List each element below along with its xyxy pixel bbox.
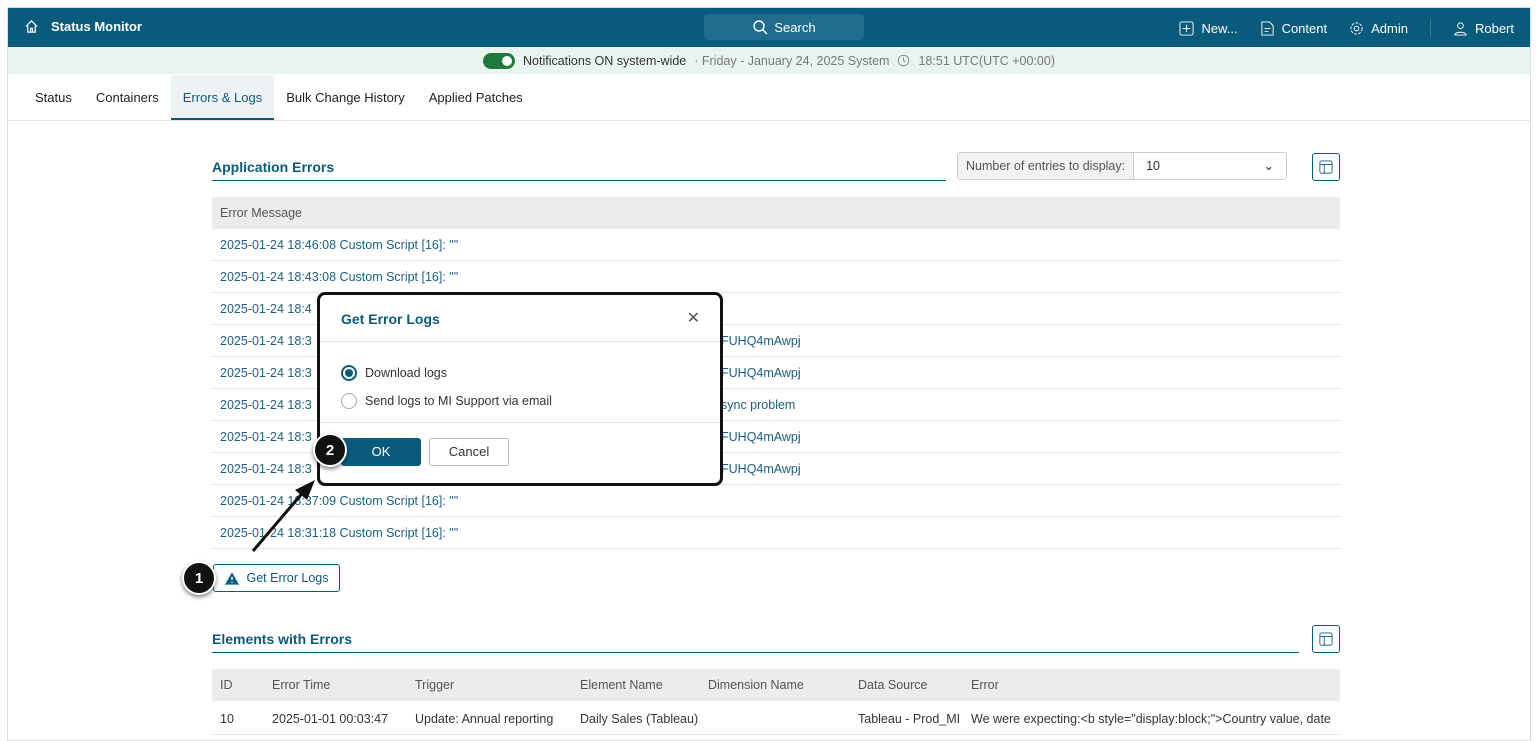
tab-bar: Status Containers Errors & Logs Bulk Cha… — [8, 75, 1530, 121]
radio-unchecked-icon — [341, 393, 357, 409]
elements-with-errors-title: Elements with Errors — [212, 631, 1299, 653]
annotation-arrow — [251, 480, 315, 552]
radio-checked-icon — [341, 365, 357, 381]
admin-label: Admin — [1371, 20, 1408, 36]
user-label: Robert — [1474, 20, 1514, 36]
plus-square-icon — [1179, 20, 1194, 36]
send-logs-email-radio[interactable]: Send logs to MI Support via email — [341, 393, 552, 409]
column-header[interactable]: Error — [971, 669, 999, 701]
tab-applied-patches[interactable]: Applied Patches — [417, 75, 535, 120]
elements-table-header: ID Error Time Trigger Element Name Dimension… — [212, 669, 1340, 701]
error-message-tail: FUHQ4mAwpj — [721, 430, 801, 444]
search-label: Search — [774, 19, 816, 35]
document-icon — [1260, 20, 1274, 36]
step-badge-2: 2 — [313, 433, 347, 467]
system-time: 18:51 UTC(UTC +00:00) — [918, 53, 1055, 68]
warning-icon — [224, 571, 239, 585]
get-error-logs-dialog: Get Error Logs ✕ Download logs Send logs… — [317, 292, 723, 486]
new-label: New... — [1201, 20, 1238, 36]
table-cell: Tableau - Prod_MI — [858, 712, 961, 726]
error-message[interactable]: 2025-01-24 18:3 — [220, 430, 312, 444]
get-error-logs-button[interactable]: Get Error Logs — [213, 564, 340, 592]
error-message[interactable]: 2025-01-24 18:3 — [220, 462, 312, 476]
entries-value: 10 — [1146, 159, 1161, 173]
error-message-header: Error Message — [212, 197, 1340, 229]
error-message[interactable]: 2025-01-24 18:46:08 Custom Script [16]: … — [220, 238, 458, 252]
error-row[interactable]: 2025-01-24 18:37:09 Custom Script [16]: … — [212, 485, 1340, 517]
application-errors-title: Application Errors — [212, 159, 946, 181]
brand[interactable]: Status Monitor — [24, 19, 142, 34]
table-row[interactable]: 10 2025-01-01 00:03:47 Update: Annual repo… — [212, 703, 1340, 735]
radio-label: Download logs — [365, 366, 447, 380]
error-row[interactable]: 2025-01-24 18:46:08 Custom Script [16]: … — [212, 229, 1340, 261]
table-layout-icon — [1319, 160, 1333, 174]
gear-icon — [1350, 21, 1363, 35]
column-header[interactable]: Dimension Name — [708, 669, 804, 701]
user-menu[interactable]: Robert — [1453, 21, 1514, 36]
radio-label: Send logs to MI Support via email — [365, 394, 552, 408]
notification-bar: Notifications ON system-wide · Friday - … — [8, 47, 1530, 74]
download-logs-radio[interactable]: Download logs — [341, 365, 447, 381]
column-header[interactable]: Error Time — [272, 669, 330, 701]
table-cell: 10 — [220, 712, 234, 726]
error-message-tail: sync problem — [721, 398, 796, 412]
table-cell: 2025-01-01 00:03:47 — [272, 712, 389, 726]
close-icon[interactable]: ✕ — [687, 308, 700, 328]
error-message[interactable]: 2025-01-24 18:3 — [220, 398, 312, 412]
error-row[interactable]: 2025-01-24 18:31:18 Custom Script [16]: … — [212, 517, 1340, 549]
tab-bulk-change-history[interactable]: Bulk Change History — [274, 75, 417, 120]
divider — [1429, 19, 1431, 37]
divider — [320, 422, 720, 423]
column-header[interactable]: Data Source — [858, 669, 927, 701]
search-button[interactable]: Search — [704, 14, 864, 40]
table-cell: Update: Annual reporting — [415, 712, 554, 726]
error-message-tail: FUHQ4mAwpj — [721, 366, 801, 380]
entries-select[interactable]: Number of entries to display: 10 ⌄ — [957, 152, 1287, 180]
column-header[interactable]: ID — [220, 669, 233, 701]
dialog-title: Get Error Logs — [341, 311, 440, 327]
chevron-down-icon: ⌄ — [1263, 159, 1274, 173]
divider — [320, 341, 720, 342]
error-message[interactable]: 2025-01-24 18:3 — [220, 366, 312, 380]
entries-label: Number of entries to display: — [958, 153, 1135, 179]
error-row[interactable]: 2025-01-24 18:43:08 Custom Script [16]: … — [212, 261, 1340, 293]
clock-icon — [898, 54, 910, 67]
table-cell: Daily Sales (Tableau) — [580, 712, 699, 726]
column-settings-button[interactable] — [1312, 153, 1340, 181]
table-cell: We were expecting:<b style="display:bloc… — [971, 712, 1331, 726]
system-date: · Friday - January 24, 2025 System — [694, 53, 890, 68]
content-label: Content — [1281, 20, 1328, 36]
search-icon — [753, 20, 768, 35]
step-badge-1: 1 — [182, 561, 216, 595]
notification-status: Notifications ON system-wide — [523, 53, 687, 68]
table-layout-icon — [1319, 632, 1333, 646]
home-icon — [25, 20, 38, 33]
app-window: Status Monitor Search New... Content Adm… — [7, 7, 1531, 741]
tab-errors-logs[interactable]: Errors & Logs — [170, 75, 275, 120]
error-message-tail: FUHQ4mAwpj — [721, 334, 801, 348]
ok-button[interactable]: OK — [341, 438, 421, 466]
error-message[interactable]: 2025-01-24 18:43:08 Custom Script [16]: … — [220, 270, 458, 284]
error-message[interactable]: 2025-01-24 18:4 — [220, 302, 312, 316]
top-header: Status Monitor Search New... Content Adm… — [8, 8, 1530, 47]
get-error-logs-label: Get Error Logs — [246, 571, 329, 585]
app-title: Status Monitor — [51, 19, 142, 34]
column-header[interactable]: Element Name — [580, 669, 663, 701]
tab-containers[interactable]: Containers — [84, 75, 171, 120]
elements-column-settings-button[interactable] — [1312, 625, 1340, 653]
user-icon — [1454, 21, 1467, 36]
column-header[interactable]: Trigger — [415, 669, 454, 701]
admin-button[interactable]: Admin — [1349, 21, 1408, 36]
error-message-tail: FUHQ4mAwpj — [721, 462, 801, 476]
tab-status[interactable]: Status — [23, 75, 84, 120]
error-message[interactable]: 2025-01-24 18:3 — [220, 334, 312, 348]
cancel-button[interactable]: Cancel — [429, 438, 509, 466]
notifications-toggle[interactable] — [483, 52, 515, 69]
new-button[interactable]: New... — [1179, 20, 1238, 36]
content-button[interactable]: Content — [1260, 20, 1328, 36]
